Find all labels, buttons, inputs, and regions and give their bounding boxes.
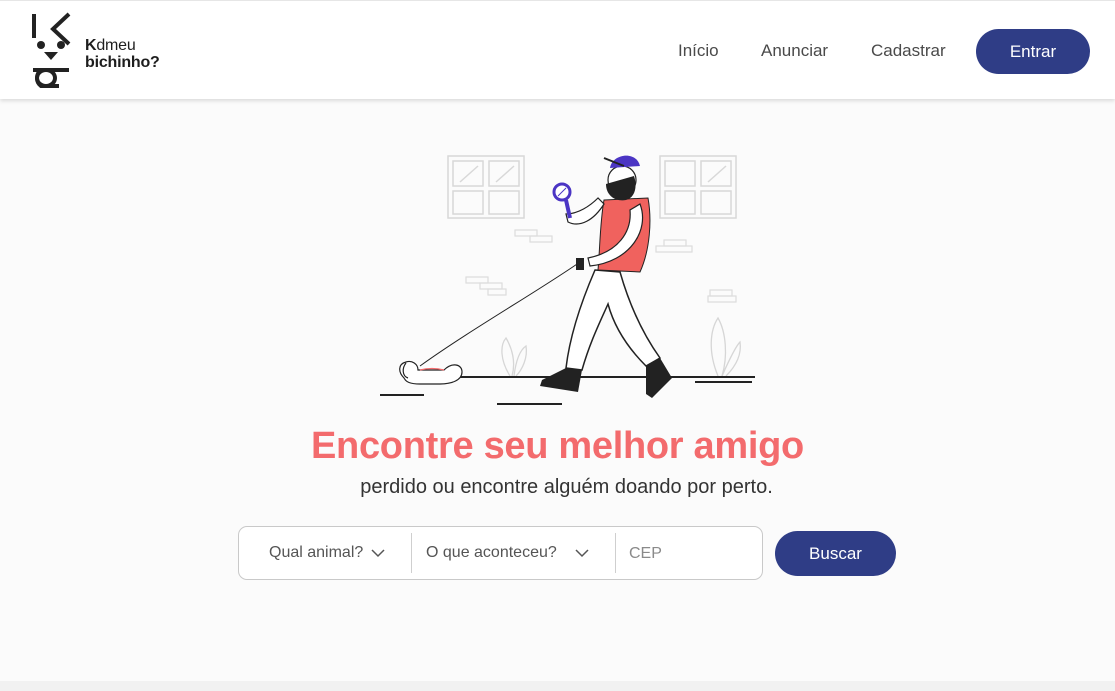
- event-select[interactable]: O que aconteceu?: [426, 527, 589, 579]
- event-select-label: O que aconteceu?: [426, 544, 557, 561]
- nav-inicio[interactable]: Início: [678, 41, 719, 61]
- nav-cadastrar[interactable]: Cadastrar: [871, 41, 946, 61]
- hero-title: Encontre seu melhor amigo: [311, 425, 804, 467]
- brand-k: K: [85, 37, 97, 54]
- man: [540, 155, 672, 398]
- chevron-down-icon: [371, 549, 385, 558]
- nav-anunciar[interactable]: Anunciar: [761, 41, 828, 61]
- leash: [419, 261, 581, 367]
- dog: [399, 360, 463, 385]
- divider: [615, 533, 616, 573]
- animal-select[interactable]: Qual animal?: [269, 527, 385, 579]
- hero-subtitle: perdido ou encontre alguém doando por pe…: [360, 476, 773, 498]
- header: Kdmeu bichinho? Início Anunciar Cadastra…: [0, 0, 1115, 99]
- window-left: [447, 155, 525, 219]
- bottom-strip: [0, 681, 1115, 691]
- divider: [411, 533, 412, 573]
- brand-name: Kdmeu bichinho?: [85, 37, 160, 71]
- brand-dmeu: dmeu: [96, 37, 136, 54]
- brand-logo[interactable]: Kdmeu bichinho?: [29, 12, 169, 88]
- hero-illustration: [380, 155, 755, 405]
- window-right: [659, 155, 737, 219]
- search-button[interactable]: Buscar: [775, 531, 896, 576]
- chevron-down-icon: [575, 549, 589, 558]
- brand-b: b: [85, 54, 95, 71]
- search-bar: Qual animal? O que aconteceu?: [238, 526, 763, 580]
- animal-select-label: Qual animal?: [269, 544, 364, 561]
- cep-input[interactable]: [627, 535, 756, 573]
- brand-ichinho: ichinho?: [94, 54, 160, 71]
- login-button[interactable]: Entrar: [976, 29, 1090, 74]
- dog-face-logo-icon: [32, 12, 71, 88]
